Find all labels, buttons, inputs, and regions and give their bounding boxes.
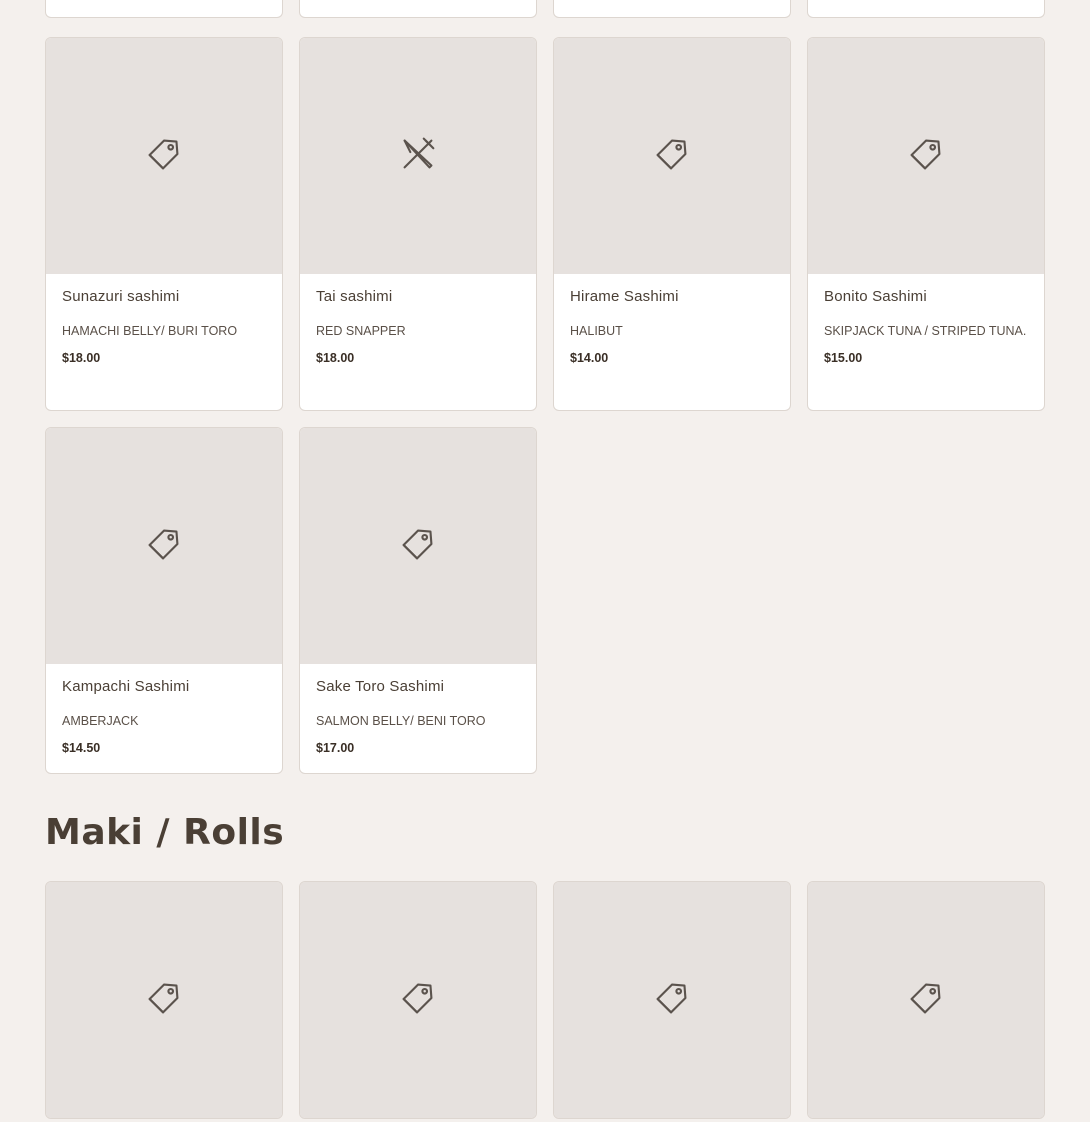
menu-item-description: SKIPJACK TUNA / STRIPED TUNA. xyxy=(824,324,1027,338)
menu-item-price: $17.00 xyxy=(316,741,355,755)
menu-item-image-placeholder xyxy=(554,38,790,274)
menu-item-card[interactable] xyxy=(299,0,537,18)
menu-item-description: HALIBUT xyxy=(570,324,623,338)
menu-item-image-placeholder xyxy=(554,882,790,1118)
previous-row xyxy=(45,0,1045,18)
menu-item-image-placeholder xyxy=(808,882,1044,1118)
tag-icon xyxy=(903,131,949,182)
menu-item-card[interactable] xyxy=(807,881,1045,1119)
menu-item-card[interactable] xyxy=(299,881,537,1119)
tag-icon xyxy=(395,521,441,572)
menu-item-image-placeholder xyxy=(46,428,282,664)
maki-grid xyxy=(45,881,1045,1119)
menu-item-card[interactable]: Tai sashimi RED SNAPPER $18.00 xyxy=(299,37,537,411)
menu-item-card[interactable] xyxy=(553,0,791,18)
tag-icon xyxy=(649,131,695,182)
menu-item-price: $18.00 xyxy=(62,351,101,365)
utensils-icon xyxy=(395,131,441,182)
menu-item-name: Sake Toro Sashimi xyxy=(316,678,445,695)
menu-item-description: RED SNAPPER xyxy=(316,324,406,338)
menu-item-price: $15.00 xyxy=(824,351,863,365)
menu-item-name: Tai sashimi xyxy=(316,288,393,305)
menu-item-price: $18.00 xyxy=(316,351,355,365)
menu-item-price: $14.50 xyxy=(62,741,101,755)
menu-item-card[interactable]: Sake Toro Sashimi SALMON BELLY/ BENI TOR… xyxy=(299,427,537,774)
menu-item-card[interactable] xyxy=(807,0,1045,18)
section-header: Maki / Rolls xyxy=(45,812,284,853)
tag-icon xyxy=(903,975,949,1026)
menu-item-card[interactable]: Hirame Sashimi HALIBUT $14.00 xyxy=(553,37,791,411)
menu-item-description: AMBERJACK xyxy=(62,714,139,728)
menu-item-card[interactable]: Sunazuri sashimi HAMACHI BELLY/ BURI TOR… xyxy=(45,37,283,411)
menu-item-image-placeholder xyxy=(300,428,536,664)
menu-item-image-placeholder xyxy=(300,882,536,1118)
menu-item-name: Kampachi Sashimi xyxy=(62,678,190,695)
menu-item-image-placeholder xyxy=(808,38,1044,274)
menu-item-card[interactable]: Bonito Sashimi SKIPJACK TUNA / STRIPED T… xyxy=(807,37,1045,411)
tag-icon xyxy=(141,975,187,1026)
menu-item-name: Bonito Sashimi xyxy=(824,288,927,305)
menu-item-card[interactable]: Kampachi Sashimi AMBERJACK $14.50 xyxy=(45,427,283,774)
menu-item-description: SALMON BELLY/ BENI TORO xyxy=(316,714,486,728)
menu-item-name: Sunazuri sashimi xyxy=(62,288,180,305)
menu-item-description: HAMACHI BELLY/ BURI TORO xyxy=(62,324,238,338)
menu-item-image-placeholder xyxy=(46,38,282,274)
menu-item-card[interactable] xyxy=(45,881,283,1119)
menu-item-image-placeholder xyxy=(300,38,536,274)
tag-icon xyxy=(141,521,187,572)
sashimi-grid: Sunazuri sashimi HAMACHI BELLY/ BURI TOR… xyxy=(45,37,1045,774)
tag-icon xyxy=(141,131,187,182)
tag-icon xyxy=(395,975,441,1026)
menu-item-price: $14.00 xyxy=(570,351,609,365)
tag-icon xyxy=(649,975,695,1026)
menu-item-name: Hirame Sashimi xyxy=(570,288,679,305)
section-title: Maki / Rolls xyxy=(45,812,285,853)
menu-item-image-placeholder xyxy=(46,882,282,1118)
menu-item-card[interactable] xyxy=(553,881,791,1119)
menu-item-card[interactable] xyxy=(45,0,283,18)
